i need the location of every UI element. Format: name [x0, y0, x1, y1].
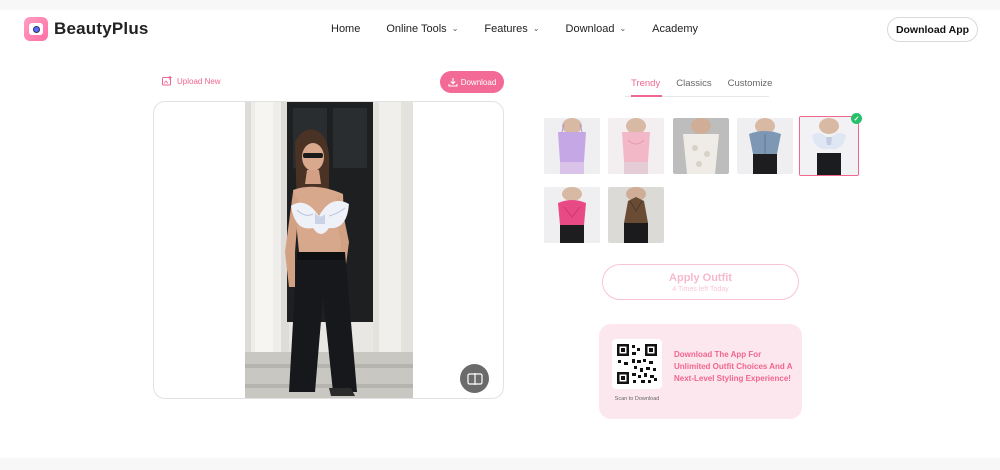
times-left-label: 4 Times left Today [672, 285, 729, 293]
nav-online-tools[interactable]: Online Tools ⌄ [386, 23, 458, 35]
upload-new-button[interactable]: Upload New [162, 76, 221, 86]
nav-academy[interactable]: Academy [652, 23, 698, 35]
selected-check-icon: ✓ [851, 113, 862, 124]
brand-name: BeautyPlus [54, 19, 149, 38]
outfit-preview-image [245, 102, 413, 398]
nav-features-label: Features [484, 23, 528, 35]
outfit-thumb-1[interactable] [544, 118, 600, 174]
nav-home-label: Home [331, 23, 361, 35]
download-icon [448, 78, 458, 87]
chevron-down-icon: ⌄ [451, 23, 459, 33]
chevron-down-icon: ⌄ [619, 23, 627, 33]
outfit-thumb-7[interactable] [608, 187, 664, 243]
outfit-thumb-5[interactable] [799, 116, 859, 176]
apply-outfit-label: Apply Outfit [669, 271, 732, 284]
outfit-thumb-3[interactable] [673, 118, 729, 174]
bottom-edge [0, 458, 1000, 470]
compare-icon [466, 372, 483, 385]
nav-online-tools-label: Online Tools [386, 23, 447, 35]
logo[interactable]: BeautyPlus [24, 17, 149, 41]
download-button[interactable]: Download [440, 71, 504, 93]
upload-new-label: Upload New [177, 76, 221, 86]
outfit-thumb-6[interactable] [544, 187, 600, 243]
apply-outfit-button[interactable]: Apply Outfit 4 Times left Today [602, 264, 799, 300]
nav-download-label: Download [565, 23, 615, 35]
download-label: Download [460, 77, 497, 87]
upload-icon [162, 76, 172, 86]
chevron-down-icon: ⌄ [532, 23, 540, 33]
active-tab-indicator [631, 95, 662, 97]
main-nav: Home Online Tools ⌄ Features ⌄ Download ⌄ A… [331, 23, 698, 35]
qr-code [612, 339, 662, 389]
compare-button[interactable] [460, 364, 489, 393]
download-app-button[interactable]: Download App [887, 17, 978, 42]
scan-to-download-label: Scan to Download [614, 396, 660, 402]
preview-canvas[interactable] [153, 101, 504, 399]
top-edge [0, 0, 1000, 10]
beautyplus-logo-icon [24, 17, 48, 41]
nav-academy-label: Academy [652, 23, 698, 35]
nav-features[interactable]: Features ⌄ [484, 23, 539, 35]
nav-home[interactable]: Home [331, 23, 360, 35]
promo-message: Download The App For Unlimited Outfit Ch… [674, 350, 793, 383]
outfit-thumb-4[interactable] [737, 118, 793, 174]
outfit-thumb-2[interactable] [608, 118, 664, 174]
nav-download[interactable]: Download ⌄ [566, 23, 627, 35]
app-promo-card: Scan to Download Download The App For Un… [599, 324, 802, 419]
